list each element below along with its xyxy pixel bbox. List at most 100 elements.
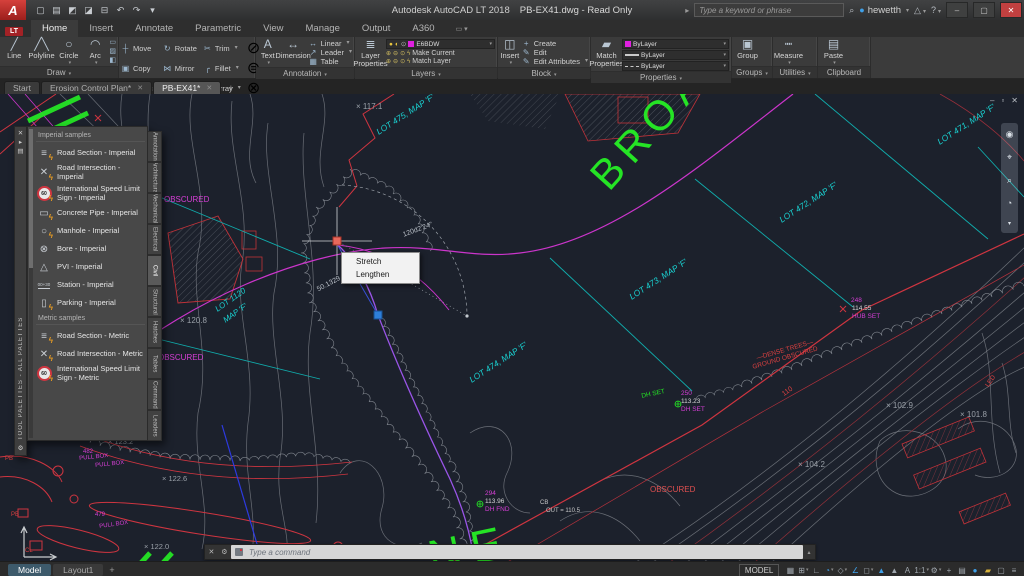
- orbit-icon[interactable]: ◔: [1007, 198, 1012, 208]
- doc-restore-icon[interactable]: ▫: [1001, 96, 1004, 105]
- block-panel-footer[interactable]: Block▾: [498, 67, 590, 79]
- hatch-icon[interactable]: ▨: [109, 48, 116, 56]
- palette-tool-concrete-pipe-imperial[interactable]: ▭ϟConcrete Pipe - Imperial: [36, 204, 145, 222]
- new-drawing-tab-button[interactable]: +: [222, 83, 239, 94]
- command-history-icon[interactable]: ▴: [803, 545, 815, 559]
- snap-mode-toggle[interactable]: ⊞▾: [797, 564, 809, 576]
- palette-tab-civil[interactable]: Civil: [148, 255, 162, 286]
- close-button[interactable]: ✕: [1000, 2, 1022, 18]
- autoscale-toggle[interactable]: A: [901, 564, 913, 576]
- ortho-toggle[interactable]: ∟: [810, 564, 822, 576]
- match-properties-button[interactable]: ▰Match Properties: [593, 38, 620, 71]
- leader-button[interactable]: ↗Leader▾: [309, 48, 352, 57]
- new-layout-button[interactable]: +: [105, 565, 118, 575]
- clipboard-panel-footer[interactable]: Clipboard: [818, 66, 870, 78]
- layers-panel-footer[interactable]: Layers▾: [355, 67, 497, 79]
- palette-tool-road-intersection-imperial[interactable]: ✕ϟRoad Intersection - Imperial: [36, 162, 145, 183]
- zoom-icon[interactable]: ⌕: [1007, 175, 1012, 186]
- workspace-toggle[interactable]: ⚙▾: [930, 564, 942, 576]
- file-tab-erosion-control-plan[interactable]: Erosion Control Plan*✕: [41, 81, 152, 94]
- ribbon-tab-insert[interactable]: Insert: [78, 20, 124, 37]
- ribbon-tab-parametric[interactable]: Parametric: [184, 20, 252, 37]
- customization-toggle[interactable]: +: [943, 564, 955, 576]
- ribbon-display-toggle[interactable]: ▭ ▾: [456, 25, 468, 37]
- file-tab-pb-ex41[interactable]: PB-EX41*✕: [153, 81, 221, 94]
- copy-button[interactable]: ▣Copy: [121, 58, 157, 78]
- tab-close-icon[interactable]: ✕: [137, 84, 143, 92]
- navigation-wheel-icon[interactable]: ◉: [1006, 129, 1014, 140]
- layout-tab-model[interactable]: Model: [8, 564, 51, 576]
- pan-icon[interactable]: ⌖: [1007, 152, 1012, 163]
- create-button[interactable]: +Create: [522, 39, 588, 48]
- palette-tab-electrical[interactable]: Electrical: [148, 224, 162, 255]
- ribbon-tab-manage[interactable]: Manage: [295, 20, 351, 37]
- maximize-button[interactable]: ▢: [973, 2, 995, 18]
- minimize-button[interactable]: –: [946, 2, 968, 18]
- palette-tool-road-section-imperial[interactable]: ≡ϟRoad Section - Imperial: [36, 144, 145, 162]
- paste-button[interactable]: ▤Paste▾: [820, 38, 847, 66]
- palette-scrollbar[interactable]: [29, 129, 33, 438]
- layer-properties-button[interactable]: ≣Layer Properties: [357, 38, 384, 67]
- ribbon-tab-view[interactable]: View: [252, 20, 294, 37]
- layout-tab-layout1[interactable]: Layout1: [53, 564, 103, 576]
- drawing-area[interactable]: × 117.1LOT 475, MAP 'F'LOT 471, MAP 'F'L…: [0, 94, 1024, 561]
- palette-tab-annotation[interactable]: Annotation: [148, 131, 162, 162]
- palette-tool-road-section-metric[interactable]: ≡ϟRoad Section - Metric: [36, 327, 145, 345]
- grid-toggle[interactable]: ▦: [784, 564, 796, 576]
- palette-tool-pvi-imperial[interactable]: △PVI - Imperial: [36, 258, 145, 276]
- context-menu-item-stretch[interactable]: Stretch: [342, 255, 419, 268]
- redo-button[interactable]: ↷: [130, 5, 143, 16]
- palette-tab-command[interactable]: Command: [148, 379, 162, 410]
- palette-tab-leaders[interactable]: Leaders: [148, 410, 162, 441]
- make-current-button[interactable]: ⊕⊖⊙ϟMake Current: [386, 50, 495, 57]
- new-button[interactable]: ▢: [34, 5, 47, 16]
- menu-down-button[interactable]: ▾: [146, 5, 159, 16]
- navbar-more-icon[interactable]: ▾: [1008, 220, 1011, 227]
- palette-tool-bore-imperial[interactable]: ⊗Bore - Imperial: [36, 240, 145, 258]
- command-input-field[interactable]: [231, 545, 803, 559]
- properties-panel-footer[interactable]: Properties▾: [591, 71, 731, 83]
- palette-tab-tables[interactable]: Tables: [148, 348, 162, 379]
- edit-attributes-button[interactable]: ✎Edit Attributes▾: [522, 57, 588, 66]
- layer-dropdown[interactable]: ●◐⊙E6BDW▾: [386, 39, 495, 49]
- application-menu-button[interactable]: A: [0, 0, 26, 20]
- palette-close-icon[interactable]: ✕: [18, 129, 23, 138]
- group-button[interactable]: ▣Group: [734, 38, 761, 66]
- match-layer-button[interactable]: ⊕⊖⊙ϟMatch Layer: [386, 58, 495, 65]
- menu-toggle[interactable]: ≡: [1008, 564, 1020, 576]
- palette-tab-architectural[interactable]: Architectural: [148, 162, 162, 193]
- infocenter-collapse-icon[interactable]: ▸: [685, 6, 689, 15]
- measure-button[interactable]: ┉Measure▾: [775, 38, 802, 66]
- ribbon-tab-a360[interactable]: A360: [401, 20, 445, 37]
- utilities-panel-footer[interactable]: Utilities▾: [773, 66, 817, 78]
- polyline-button[interactable]: ╱╲Polyline: [28, 38, 54, 66]
- signin-user-button[interactable]: ● hewetth ▾: [859, 5, 909, 16]
- navigation-bar[interactable]: ◉ ⌖ ⌕ ◔ ▾: [1001, 123, 1018, 233]
- saveas-button[interactable]: ◪: [82, 5, 95, 16]
- circle-button[interactable]: ○Circle▾: [57, 38, 81, 66]
- search-icon[interactable]: ⌕: [849, 5, 854, 16]
- isometric-drafting-toggle[interactable]: ◇▾: [836, 564, 848, 576]
- save-button[interactable]: ◩: [66, 5, 79, 16]
- trim-button[interactable]: ✂Trim▾: [203, 38, 241, 58]
- palette-tab-structural[interactable]: Structural: [148, 286, 162, 317]
- object-snap-tracking-toggle[interactable]: ∠: [849, 564, 861, 576]
- command-input[interactable]: [247, 547, 799, 558]
- palette-tab-mechanical[interactable]: Mechanical: [148, 193, 162, 224]
- clean-screen-toggle[interactable]: ▢: [995, 564, 1007, 576]
- doc-close-icon[interactable]: ✕: [1011, 96, 1018, 105]
- annotation-visibility-toggle[interactable]: ▲: [888, 564, 900, 576]
- dimension-button[interactable]: ↔Dimension: [280, 38, 307, 67]
- property-dropdown-linetype[interactable]: ByLayer▾: [622, 61, 729, 71]
- annotation-scale-toggle[interactable]: 1:1▾: [914, 564, 929, 576]
- object-snap-toggle[interactable]: ◻▾: [862, 564, 874, 576]
- ribbon-tab-home[interactable]: Home: [31, 19, 78, 37]
- palette-tool-station-imperial[interactable]: 00+30Station - Imperial: [36, 276, 145, 294]
- context-menu-item-lengthen[interactable]: Lengthen: [342, 268, 419, 281]
- palette-tab-hatches[interactable]: Hatches: [148, 317, 162, 348]
- move-button[interactable]: ┼Move: [121, 38, 157, 58]
- tab-close-icon[interactable]: ✕: [206, 84, 212, 92]
- help-icon[interactable]: ?▾: [931, 5, 941, 15]
- groups-panel-footer[interactable]: Groups▾: [732, 66, 772, 78]
- a360-icon[interactable]: △▾: [914, 5, 926, 16]
